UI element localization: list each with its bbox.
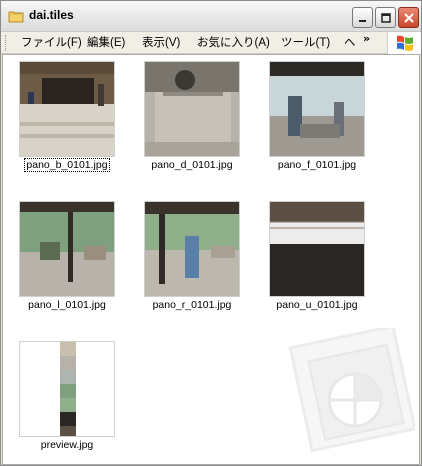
thumbnail-pano-b[interactable] xyxy=(19,61,115,157)
file-name[interactable]: pano_l_0101.jpg xyxy=(9,299,125,311)
file-item[interactable]: pano_b_0101.jpg xyxy=(9,55,129,185)
thumbnail-pano-u[interactable] xyxy=(269,201,365,297)
file-item[interactable]: pano_d_0101.jpg xyxy=(134,55,254,185)
file-item[interactable]: pano_r_0101.jpg xyxy=(134,195,254,325)
menu-help[interactable]: ヘ xyxy=(344,35,356,51)
folder-icon xyxy=(8,11,24,23)
menu-tools[interactable]: ツール(T) xyxy=(281,35,330,51)
thumbnail-pano-r[interactable] xyxy=(144,201,240,297)
menu-favorites[interactable]: お気に入り(A) xyxy=(197,35,270,51)
close-button[interactable] xyxy=(398,7,419,28)
window-title: dai.tiles xyxy=(29,8,74,22)
minimize-icon xyxy=(358,19,366,22)
thumbnail-preview[interactable] xyxy=(19,341,115,437)
thumbnail-pano-l[interactable] xyxy=(19,201,115,297)
toolbar-grip[interactable] xyxy=(5,35,8,51)
windows-logo xyxy=(387,32,421,54)
file-name[interactable]: pano_r_0101.jpg xyxy=(134,299,250,311)
maximize-button[interactable] xyxy=(375,7,396,28)
file-name[interactable]: pano_f_0101.jpg xyxy=(259,159,375,171)
windows-flag-icon xyxy=(397,35,413,51)
file-item[interactable]: preview.jpg xyxy=(9,335,129,465)
file-name[interactable]: pano_d_0101.jpg xyxy=(134,159,250,171)
file-name[interactable]: pano_b_0101.jpg xyxy=(9,158,125,172)
close-icon xyxy=(403,12,414,23)
menu-view[interactable]: 表示(V) xyxy=(142,35,180,51)
explorer-window: dai.tiles ファイル(F) 編集(E) 表示(V) お気に入り(A) ツ… xyxy=(0,0,422,466)
menu-file[interactable]: ファイル(F) xyxy=(21,35,82,51)
image-folder-watermark-icon xyxy=(288,328,415,453)
maximize-icon xyxy=(380,12,391,23)
file-name[interactable]: preview.jpg xyxy=(9,439,125,451)
file-item[interactable]: pano_l_0101.jpg xyxy=(9,195,129,325)
title-bar[interactable]: dai.tiles xyxy=(1,1,421,32)
menu-edit[interactable]: 編集(E) xyxy=(87,35,125,51)
file-item[interactable]: pano_u_0101.jpg xyxy=(259,195,379,325)
thumbnail-pano-f[interactable] xyxy=(269,61,365,157)
file-view[interactable]: pano_b_0101.jpg pano_d_0101.jpg pano_f_0… xyxy=(2,54,420,465)
menu-overflow-chevron[interactable]: » xyxy=(363,32,370,45)
minimize-button[interactable] xyxy=(352,7,373,28)
menu-bar: ファイル(F) 編集(E) 表示(V) お気に入り(A) ツール(T) ヘ » xyxy=(1,32,421,54)
file-item[interactable]: pano_f_0101.jpg xyxy=(259,55,379,185)
file-name[interactable]: pano_u_0101.jpg xyxy=(259,299,375,311)
thumbnail-pano-d[interactable] xyxy=(144,61,240,157)
